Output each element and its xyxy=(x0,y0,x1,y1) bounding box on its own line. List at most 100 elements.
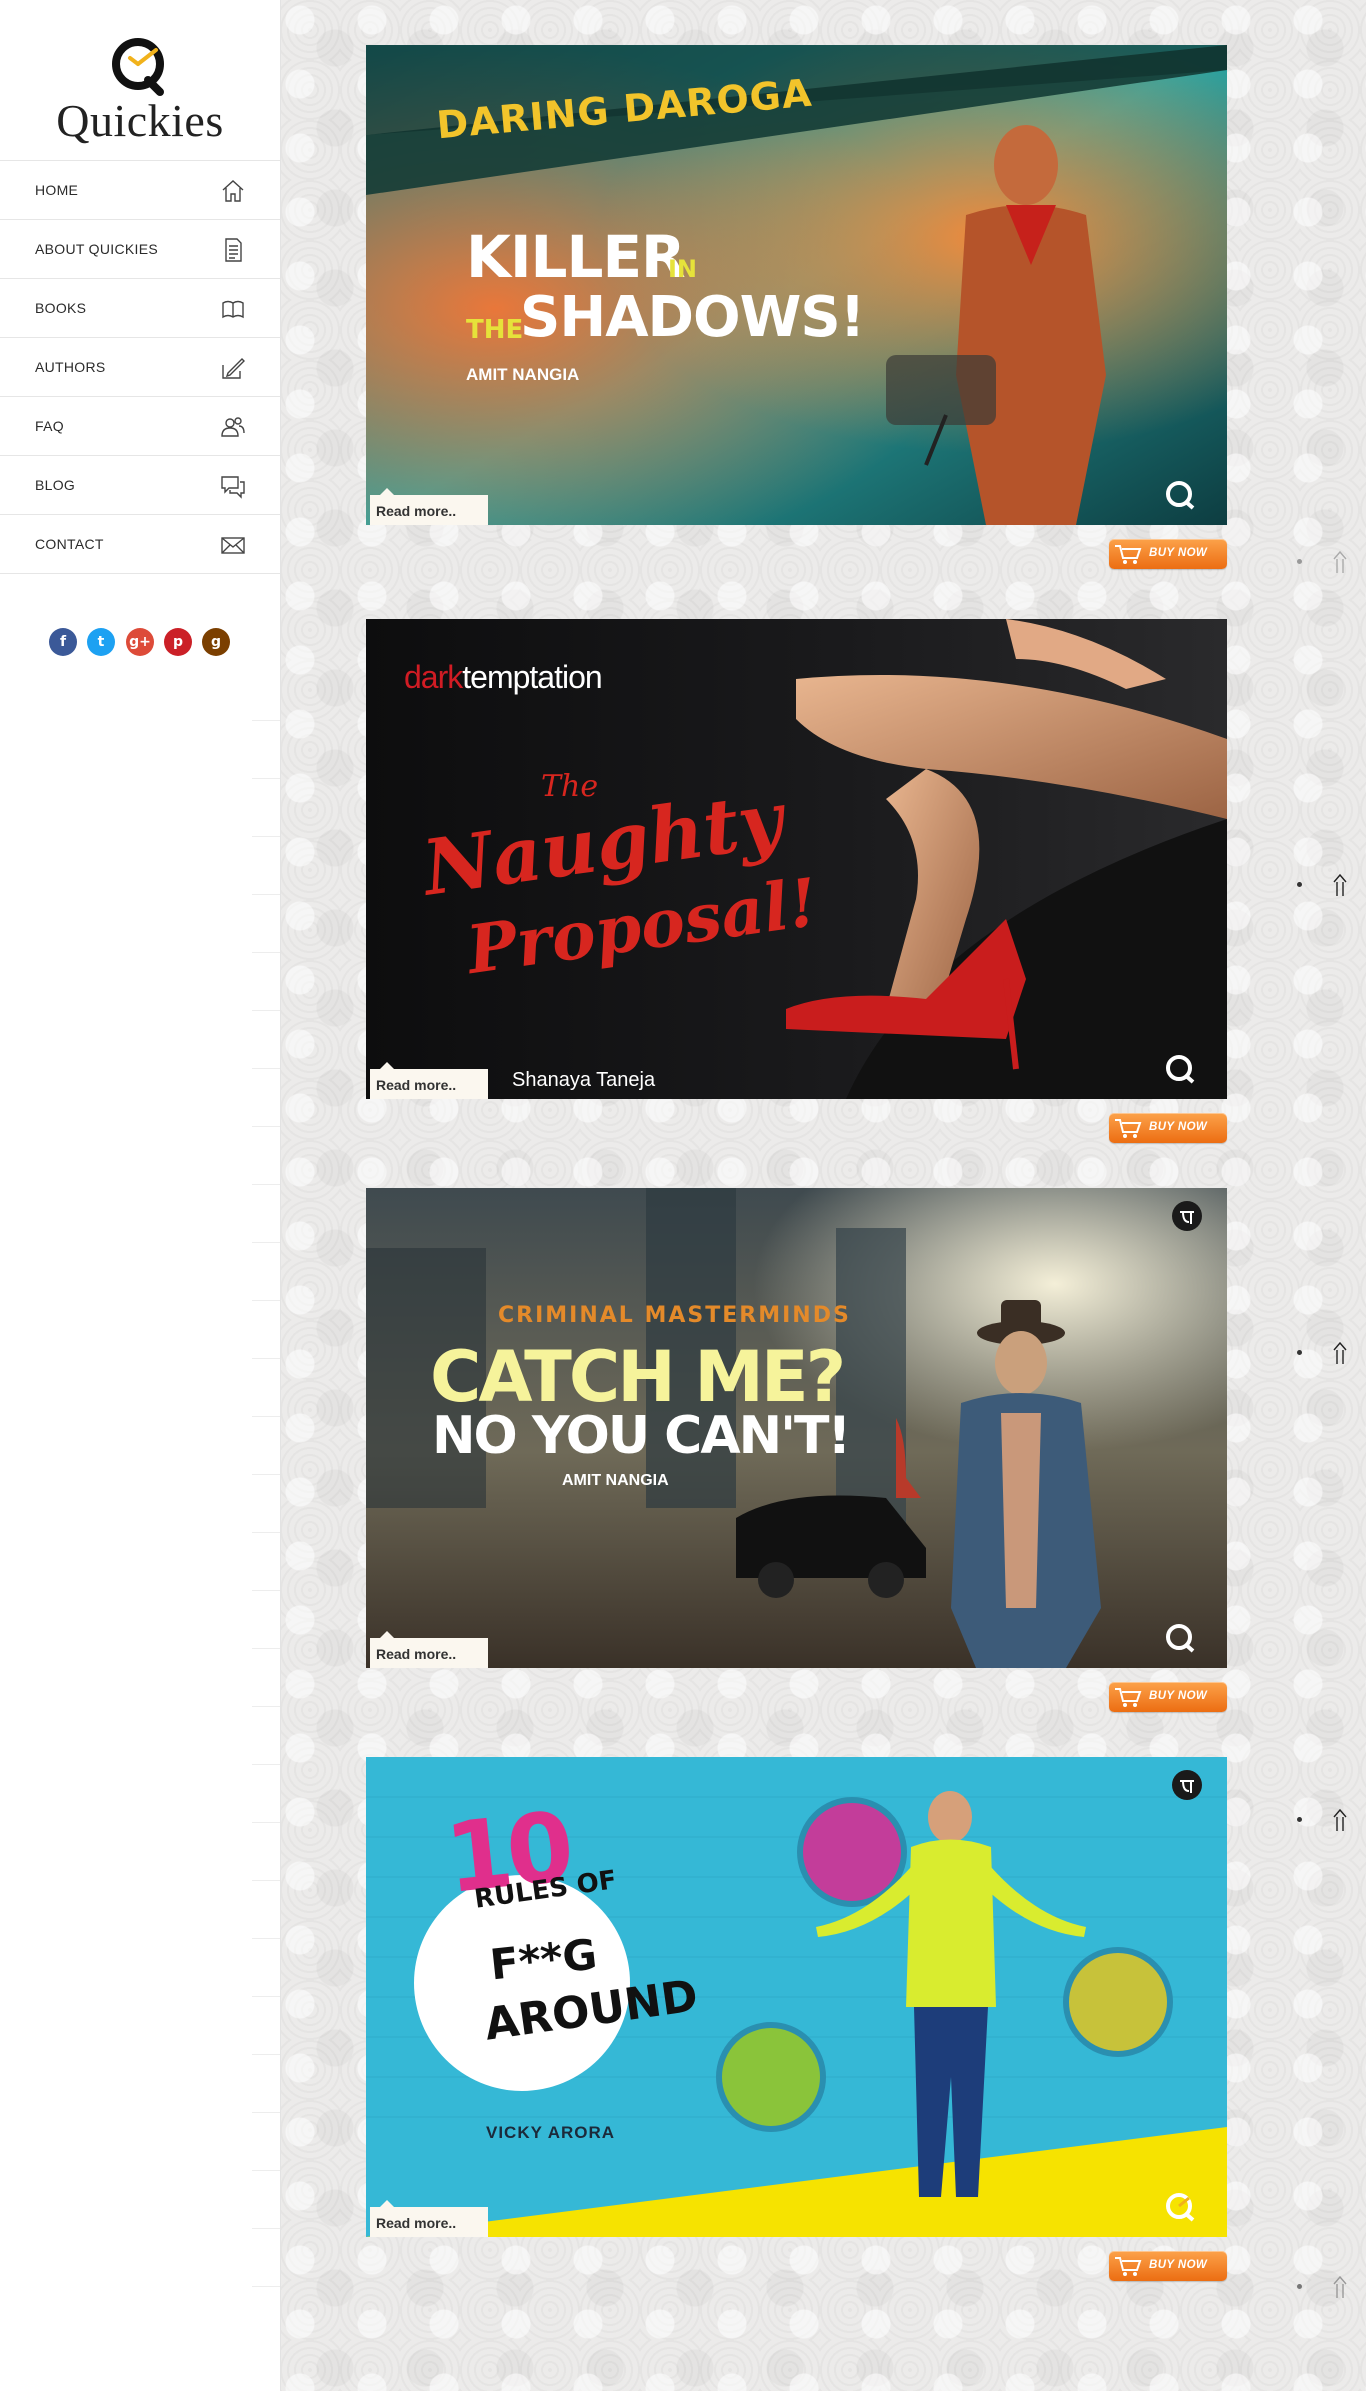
buy-now-label: BUY NOW xyxy=(1149,1121,1208,1133)
quickies-badge-icon xyxy=(1166,1624,1195,1653)
logo[interactable]: Quickies xyxy=(0,22,280,152)
twitter-icon[interactable]: t xyxy=(87,628,115,656)
book-author: AMIT NANGIA xyxy=(466,365,580,384)
scroll-dot[interactable] xyxy=(1297,1350,1302,1355)
nav-item-faq[interactable]: FAQ xyxy=(0,397,280,456)
divider xyxy=(252,1010,280,1011)
cart-icon xyxy=(1115,1688,1142,1707)
buy-now-button[interactable]: BUY NOW xyxy=(1109,539,1227,569)
nav-label: AUTHORS xyxy=(35,359,106,375)
divider xyxy=(252,1474,280,1475)
sidebar: Quickies HOME ABOUT QUICKIES BOOKS AUTHO… xyxy=(0,0,280,2391)
facebook-icon[interactable]: f xyxy=(49,628,77,656)
nav-item-books[interactable]: BOOKS xyxy=(0,279,280,338)
quickies-badge-icon xyxy=(1166,2193,1195,2222)
cart-icon xyxy=(1115,2257,1142,2276)
divider xyxy=(252,1938,280,1939)
scroll-up-icon[interactable] xyxy=(1330,1807,1350,1833)
nav-item-home[interactable]: HOME xyxy=(0,161,280,220)
book-banner[interactable]: 10 RULES OF F**G AROUND VICKY ARORA Read… xyxy=(366,1757,1227,2237)
logo-clock-icon xyxy=(112,38,164,96)
imprint-part-a: dark xyxy=(404,659,463,695)
book-banner[interactable]: CRIMINAL MASTERMINDS CATCH ME? NO YOU CA… xyxy=(366,1188,1227,1668)
divider xyxy=(252,1764,280,1765)
divider xyxy=(252,1242,280,1243)
imprint-logo: darktemptation xyxy=(404,659,603,696)
title-line-2: SHADOWS! xyxy=(520,285,865,350)
nav-label: FAQ xyxy=(35,418,64,434)
buy-now-label: BUY NOW xyxy=(1149,1690,1208,1702)
divider xyxy=(252,2170,280,2171)
nav-label: ABOUT QUICKIES xyxy=(35,241,158,257)
nav-label: HOME xyxy=(35,182,79,198)
scroll-dot[interactable] xyxy=(1297,1817,1302,1822)
divider xyxy=(252,836,280,837)
book-author: AMIT NANGIA xyxy=(562,1472,669,1489)
document-icon xyxy=(220,237,246,263)
title-line-1: KILLER xyxy=(466,223,686,291)
title-small-1: IN xyxy=(668,255,698,283)
chat-icon xyxy=(220,473,246,499)
divider xyxy=(252,1416,280,1417)
quickies-badge-icon xyxy=(1166,481,1195,510)
cart-icon xyxy=(1115,545,1142,564)
book-author: VICKY ARORA xyxy=(486,2123,616,2142)
imprint-badge-icon xyxy=(1172,1770,1202,1800)
nav-item-contact[interactable]: CONTACT xyxy=(0,515,280,574)
divider xyxy=(252,1996,280,1997)
divider xyxy=(252,1648,280,1649)
divider xyxy=(252,1300,280,1301)
nav-label: CONTACT xyxy=(35,536,104,552)
google-plus-icon[interactable]: g+ xyxy=(126,628,154,656)
brand-name: Quickies xyxy=(56,95,224,146)
imprint-badge-icon xyxy=(1172,1201,1202,1231)
divider xyxy=(252,1068,280,1069)
read-more-link[interactable]: Read more.. xyxy=(370,488,488,525)
read-more-link[interactable]: Read more.. xyxy=(370,1062,488,1099)
scroll-dot[interactable] xyxy=(1297,882,1302,887)
home-icon xyxy=(220,178,246,204)
imprint-part-b: temptation xyxy=(462,659,602,695)
scroll-up-icon[interactable] xyxy=(1330,872,1350,898)
scroll-up-icon[interactable] xyxy=(1330,2274,1350,2300)
divider xyxy=(252,1822,280,1823)
divider xyxy=(252,1358,280,1359)
nav-item-authors[interactable]: AUTHORS xyxy=(0,338,280,397)
divider xyxy=(252,1532,280,1533)
book-banner[interactable]: darktemptation The Naughty Proposal! Sha… xyxy=(366,619,1227,1099)
divider xyxy=(252,778,280,779)
pinterest-icon[interactable]: p xyxy=(164,628,192,656)
scroll-dot[interactable] xyxy=(1297,559,1302,564)
divider xyxy=(252,952,280,953)
book-banner[interactable]: DARING DAROGA KILLER IN THE SHADOWS! AMI… xyxy=(366,45,1227,525)
title-word-1: The xyxy=(541,769,599,804)
scroll-dot[interactable] xyxy=(1297,2284,1302,2289)
cart-icon xyxy=(1115,1119,1142,1138)
buy-now-button[interactable]: BUY NOW xyxy=(1109,1113,1227,1143)
nav-item-about[interactable]: ABOUT QUICKIES xyxy=(0,220,280,279)
nav-item-blog[interactable]: BLOG xyxy=(0,456,280,515)
scroll-up-icon[interactable] xyxy=(1330,549,1350,575)
buy-now-label: BUY NOW xyxy=(1149,2259,1208,2271)
divider xyxy=(252,1706,280,1707)
read-more-link[interactable]: Read more.. xyxy=(370,2200,488,2237)
divider xyxy=(252,1590,280,1591)
title-line-2: NO YOU CAN'T! xyxy=(432,1406,851,1466)
title-small-2: THE xyxy=(466,315,524,345)
divider xyxy=(252,1126,280,1127)
nav-label: BLOG xyxy=(35,477,76,493)
buy-now-button[interactable]: BUY NOW xyxy=(1109,1682,1227,1712)
book-card: CRIMINAL MASTERMINDS CATCH ME? NO YOU CA… xyxy=(366,1188,1227,1712)
buy-now-label: BUY NOW xyxy=(1149,547,1208,559)
book-card: darktemptation The Naughty Proposal! Sha… xyxy=(366,619,1227,1143)
users-icon xyxy=(220,414,246,440)
divider xyxy=(252,2228,280,2229)
book-author: Shanaya Taneja xyxy=(512,1069,656,1091)
buy-now-button[interactable]: BUY NOW xyxy=(1109,2251,1227,2281)
read-more-link[interactable]: Read more.. xyxy=(370,1631,488,1668)
goodreads-icon[interactable]: g xyxy=(202,628,230,656)
books-icon xyxy=(220,296,246,322)
main-nav: HOME ABOUT QUICKIES BOOKS AUTHORS FAQ BL… xyxy=(0,160,280,574)
divider xyxy=(252,1184,280,1185)
scroll-up-icon[interactable] xyxy=(1330,1340,1350,1366)
